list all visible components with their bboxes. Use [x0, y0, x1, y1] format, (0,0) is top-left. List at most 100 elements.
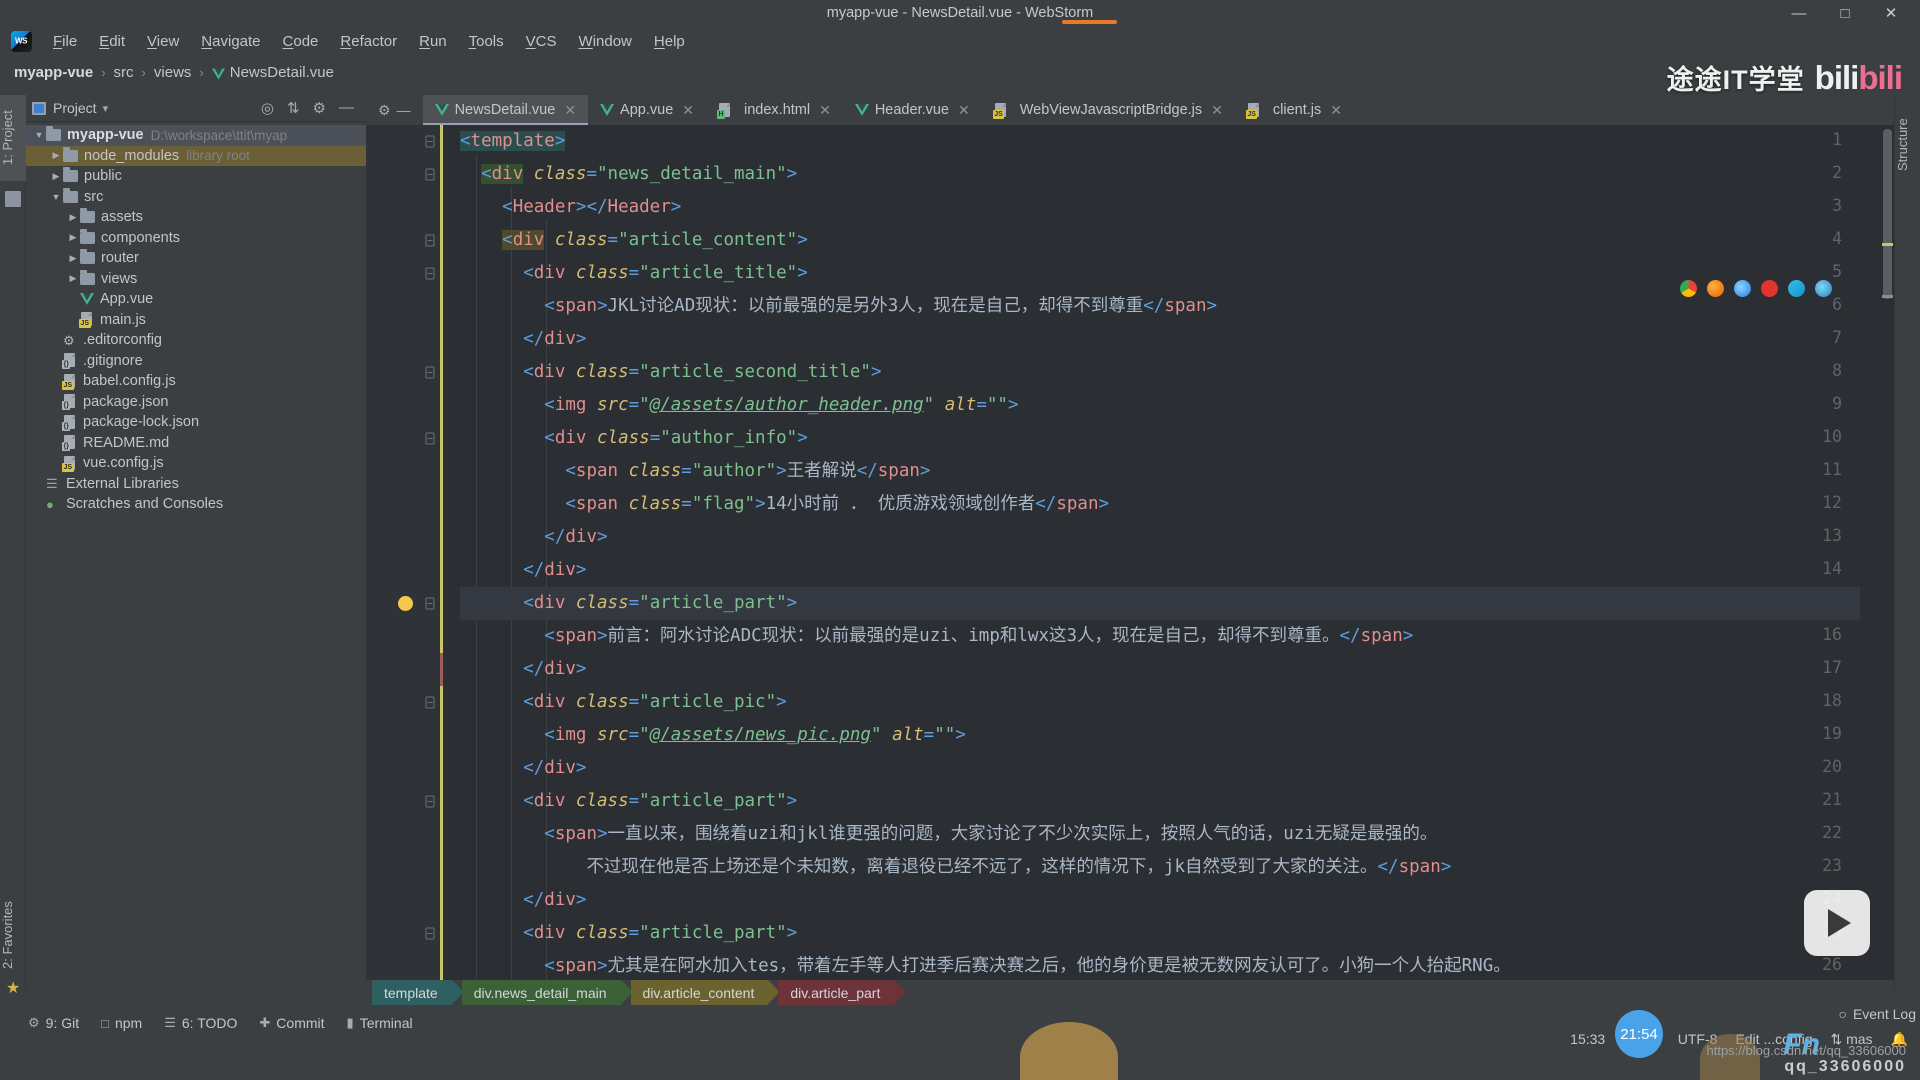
tree-node-readme-md[interactable]: {} README.md — [26, 433, 366, 454]
code-line-8[interactable]: <div class="article_second_title"> — [460, 356, 1860, 389]
element-path-item-2[interactable]: div.article_content — [630, 980, 781, 1005]
settings-gear-icon[interactable]: ⚙ — [313, 99, 326, 117]
video-play-widget[interactable] — [1804, 890, 1870, 956]
code-fold-toggle-icon[interactable] — [424, 234, 436, 247]
tool-window-git[interactable]: ⚙ 9: Git — [28, 1015, 79, 1031]
tree-node-components[interactable]: ▶ components — [26, 228, 366, 249]
menu-item-navigate[interactable]: Navigate — [190, 30, 271, 53]
chevron-right-icon[interactable]: ▶ — [66, 253, 80, 264]
tree-node-assets[interactable]: ▶ assets — [26, 207, 366, 228]
code-line-4[interactable]: <div class="article_content"> — [460, 224, 1860, 257]
tree-node-public[interactable]: ▶ public — [26, 166, 366, 187]
code-fold-toggle-icon[interactable] — [424, 795, 436, 808]
editor-marker-rail[interactable] — [1878, 125, 1894, 980]
element-path-item-0[interactable]: template — [372, 980, 464, 1005]
code-line-3[interactable]: <Header></Header> — [460, 191, 1860, 224]
close-tab-icon[interactable]: ✕ — [1330, 102, 1342, 119]
menu-item-edit[interactable]: Edit — [88, 30, 136, 53]
breadcrumb-item-project[interactable]: myapp-vue — [14, 64, 93, 81]
tree-node-scratches-and-consoles[interactable]: ● Scratches and Consoles — [26, 494, 366, 515]
editor-tab-newsdetail-vue[interactable]: NewsDetail.vue ✕ — [422, 95, 589, 125]
code-line-17[interactable]: </div> — [460, 653, 1860, 686]
code-line-23[interactable]: 不过现在他是否上场还是个未知数，离着退役已经不远了，这样的情况下，jk自然受到了… — [460, 851, 1860, 884]
favorites-star-icon[interactable]: ★ — [6, 978, 20, 998]
hide-panel-icon[interactable]: — — [339, 99, 354, 117]
editor-tab-client-js[interactable]: JS client.js ✕ — [1235, 95, 1354, 125]
firefox-icon[interactable] — [1707, 280, 1724, 297]
chevron-right-icon[interactable]: ▶ — [66, 212, 80, 223]
menu-item-view[interactable]: View — [136, 30, 190, 53]
editor-tab-index-html[interactable]: Hindex.html ✕ — [706, 95, 843, 125]
tree-node-app-vue[interactable]: App.vue — [26, 289, 366, 310]
close-tab-icon[interactable]: ✕ — [958, 102, 970, 119]
sidebar-item-project[interactable]: 1: Project — [0, 95, 26, 181]
code-fold-toggle-icon[interactable] — [424, 432, 436, 445]
code-line-21[interactable]: <div class="article_part"> — [460, 785, 1860, 818]
editor-tab-app-vue[interactable]: App.vue ✕ — [588, 95, 706, 125]
code-content[interactable]: <template> <div class="news_detail_main"… — [460, 125, 1860, 980]
code-line-6[interactable]: <span>JKL讨论AD现状：以前最强的是另外3人，现在是自己，却得不到尊重<… — [460, 290, 1860, 323]
code-line-16[interactable]: <span>前言：阿水讨论ADC现状：以前最强的是uzi、imp和lwx这3人，… — [460, 620, 1860, 653]
chevron-right-icon[interactable]: ▶ — [66, 273, 80, 284]
code-line-19[interactable]: <img src="@/assets/news_pic.png" alt=""> — [460, 719, 1860, 752]
code-fold-toggle-icon[interactable] — [424, 597, 436, 610]
breadcrumb-item-views[interactable]: views — [154, 64, 192, 81]
vcs-change-stripe[interactable] — [440, 686, 443, 980]
sidebar-item-structure[interactable]: Structure — [1895, 97, 1920, 193]
tool-window-npm[interactable]: □ npm — [101, 1015, 142, 1031]
project-file-tree[interactable]: ▼ myapp-vue D:\workspace\ttit\myap ▶ node_mo… — [26, 122, 366, 515]
editor-gutter[interactable] — [366, 125, 444, 980]
code-line-24[interactable]: </div> — [460, 884, 1860, 917]
gear-icon[interactable]: ⚙ — [378, 102, 391, 119]
editor-tab-webviewjavascriptbridge-js[interactable]: JS WebViewJavascriptBridge.js ✕ — [982, 95, 1235, 125]
folder-icon[interactable] — [5, 191, 21, 207]
maximize-button[interactable]: □ — [1822, 0, 1868, 26]
collapse-all-icon[interactable]: ⇅ — [287, 99, 300, 117]
menu-item-file[interactable]: File — [42, 30, 88, 53]
tree-node--editorconfig[interactable]: ⚙ .editorconfig — [26, 330, 366, 351]
opera-icon[interactable] — [1761, 280, 1778, 297]
close-button[interactable]: ✕ — [1868, 0, 1914, 26]
menu-item-refactor[interactable]: Refactor — [329, 30, 408, 53]
code-fold-toggle-icon[interactable] — [424, 135, 436, 148]
intention-bulb-icon[interactable] — [398, 596, 413, 611]
tree-node-views[interactable]: ▶ views — [26, 269, 366, 290]
breadcrumb-item-src[interactable]: src — [114, 64, 134, 81]
code-line-9[interactable]: <img src="@/assets/author_header.png" al… — [460, 389, 1860, 422]
element-path-item-1[interactable]: div.news_detail_main — [461, 980, 633, 1005]
code-line-1[interactable]: <template> — [460, 125, 1860, 158]
code-line-13[interactable]: </div> — [460, 521, 1860, 554]
tree-node-main-js[interactable]: JS main.js — [26, 310, 366, 331]
code-line-7[interactable]: </div> — [460, 323, 1860, 356]
tree-node-package-json[interactable]: {} package.json — [26, 392, 366, 413]
event-log-button[interactable]: ○ Event Log — [1838, 1006, 1916, 1022]
vcs-change-stripe[interactable] — [440, 125, 443, 653]
code-line-26[interactable]: <span>尤其是在阿水加入tes，带着左手等人打进季后赛决赛之后，他的身价更是… — [460, 950, 1860, 980]
close-tab-icon[interactable]: ✕ — [564, 102, 576, 119]
code-editor[interactable]: 1234567891011121314151617181920212223242… — [366, 125, 1894, 980]
code-line-10[interactable]: <div class="author_info"> — [460, 422, 1860, 455]
chevron-right-icon[interactable]: ▶ — [49, 171, 63, 182]
warning-marker[interactable] — [1882, 243, 1893, 246]
editor-tab-header-vue[interactable]: Header.vue ✕ — [843, 95, 982, 125]
vcs-change-stripe-deleted[interactable] — [440, 653, 443, 686]
project-panel-title[interactable]: Project — [53, 100, 97, 116]
tree-node-myapp-vue[interactable]: ▼ myapp-vue D:\workspace\ttit\myap — [26, 125, 366, 146]
code-line-20[interactable]: </div> — [460, 752, 1860, 785]
code-line-5[interactable]: <div class="article_title"> — [460, 257, 1860, 290]
tree-node-router[interactable]: ▶ router — [26, 248, 366, 269]
close-tab-icon[interactable]: ✕ — [1211, 102, 1223, 119]
code-line-25[interactable]: <div class="article_part"> — [460, 917, 1860, 950]
code-line-22[interactable]: <span>一直以来，围绕着uzi和jkl谁更强的问题，大家讨论了不少次实际上，… — [460, 818, 1860, 851]
menu-item-window[interactable]: Window — [568, 30, 643, 53]
menu-item-help[interactable]: Help — [643, 30, 696, 53]
chevron-right-icon[interactable]: ▶ — [66, 232, 80, 243]
tree-node-package-lock-json[interactable]: {} package-lock.json — [26, 412, 366, 433]
tool-window-todo[interactable]: ☰ 6: TODO — [164, 1015, 237, 1031]
code-fold-toggle-icon[interactable] — [424, 168, 436, 181]
code-line-12[interactable]: <span class="flag">14小时前 ． 优质游戏领域创作者</sp… — [460, 488, 1860, 521]
breadcrumb-item-file[interactable]: NewsDetail.vue — [230, 64, 334, 81]
menu-item-code[interactable]: Code — [272, 30, 330, 53]
chevron-down-icon[interactable]: ▼ — [32, 130, 46, 140]
chevron-right-icon[interactable]: ▶ — [49, 150, 63, 161]
